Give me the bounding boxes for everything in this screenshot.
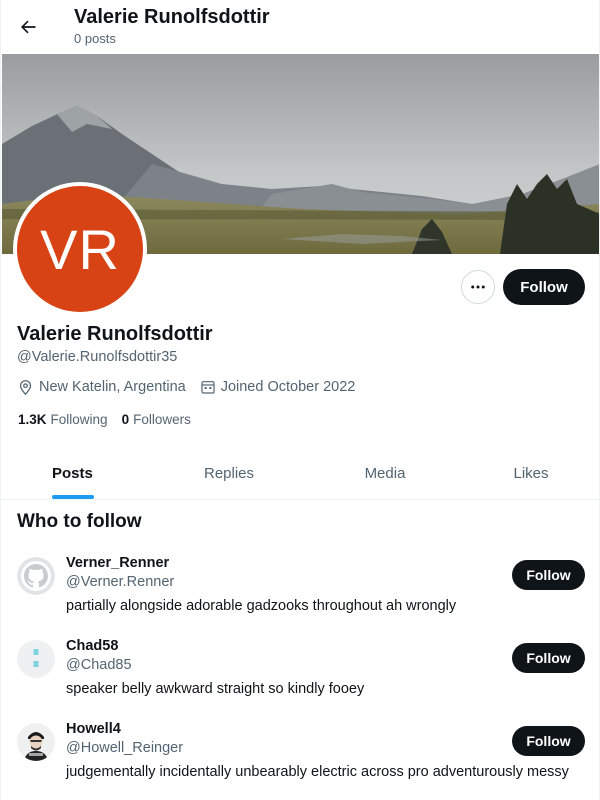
followers-label: Followers: [133, 412, 191, 427]
suggestion-item[interactable]: Howell4 @Howell_Reinger judgementally in…: [1, 713, 599, 793]
tab-media-label: Media: [364, 465, 406, 482]
profile-avatar[interactable]: VR: [13, 182, 147, 316]
suggestion-bio: judgementally incidentally unbearably el…: [66, 764, 569, 780]
suggestion-follow-button[interactable]: Follow: [512, 560, 585, 590]
following-count: 1.3K: [18, 412, 47, 427]
suggestion-handle: @Verner.Renner: [66, 574, 175, 590]
tab-replies-label: Replies: [203, 465, 255, 482]
suggestion-handle: @Chad85: [66, 657, 132, 673]
suggestion-bio: speaker belly awkward straight so kindly…: [66, 681, 365, 697]
profile-meta: New Katelin, Argentina Joined October 20…: [17, 376, 369, 398]
github-icon: [17, 557, 55, 595]
tab-posts[interactable]: Posts: [1, 448, 151, 499]
suggestion-avatar[interactable]: [17, 557, 55, 595]
tab-likes-label: Likes: [513, 465, 549, 482]
join-date-text: Joined October 2022: [220, 379, 356, 395]
follow-counts: 1.3K Following 0 Followers: [18, 412, 205, 427]
suggestion-name[interactable]: Verner_Renner: [66, 555, 169, 571]
profile-handle: @Valerie.Runolfsdottir35: [17, 349, 178, 365]
followers-count: 0: [121, 412, 130, 427]
location-pin-icon: [19, 379, 32, 395]
back-button[interactable]: [11, 10, 45, 44]
back-arrow-icon: [21, 20, 36, 34]
tab-media[interactable]: Media: [307, 448, 463, 499]
suggestion-follow-button[interactable]: Follow: [512, 643, 585, 673]
active-tab-indicator: [52, 495, 94, 499]
more-icon: [471, 285, 485, 289]
suggestion-avatar[interactable]: [17, 723, 55, 761]
tab-likes[interactable]: Likes: [463, 448, 599, 499]
followers-link[interactable]: 0 Followers: [122, 412, 191, 427]
post-count: 0 posts: [74, 31, 116, 46]
profile-name: Valerie Runolfsdottir: [17, 323, 213, 345]
follow-button[interactable]: Follow: [503, 269, 585, 305]
avatar-initials: VR: [17, 186, 143, 312]
location-text: New Katelin, Argentina: [39, 379, 186, 395]
following-label: Following: [50, 412, 108, 427]
tab-posts-label: Posts: [52, 465, 93, 482]
suggestion-handle: @Howell_Reinger: [66, 740, 184, 756]
default-avatar-icon: [17, 640, 55, 678]
calendar-icon: [201, 381, 215, 394]
more-options-button[interactable]: [461, 270, 495, 304]
profile-tabs: Posts Replies Media Likes: [1, 448, 599, 500]
tab-replies[interactable]: Replies: [151, 448, 307, 499]
suggestion-name[interactable]: Chad58: [66, 638, 118, 654]
suggestion-avatar[interactable]: [17, 640, 55, 678]
suggestion-item[interactable]: Verner_Renner @Verner.Renner partially a…: [1, 547, 599, 627]
suggestion-name[interactable]: Howell4: [66, 721, 121, 737]
top-header: Valerie Runolfsdottir 0 posts: [1, 0, 599, 54]
location: New Katelin, Argentina: [17, 379, 186, 396]
header-title: Valerie Runolfsdottir: [74, 6, 270, 28]
profile-page: Valerie Runolfsdottir 0 posts VR Follow …: [0, 0, 600, 800]
suggestion-item[interactable]: Chad58 @Chad85 speaker belly awkward str…: [1, 630, 599, 710]
who-to-follow-title: Who to follow: [17, 511, 142, 532]
join-date: Joined October 2022: [200, 379, 356, 395]
suggestion-bio: partially alongside adorable gadzooks th…: [66, 598, 457, 614]
suggestion-follow-button[interactable]: Follow: [512, 726, 585, 756]
following-link[interactable]: 1.3K Following: [18, 412, 108, 427]
person-avatar-icon: [17, 723, 55, 761]
